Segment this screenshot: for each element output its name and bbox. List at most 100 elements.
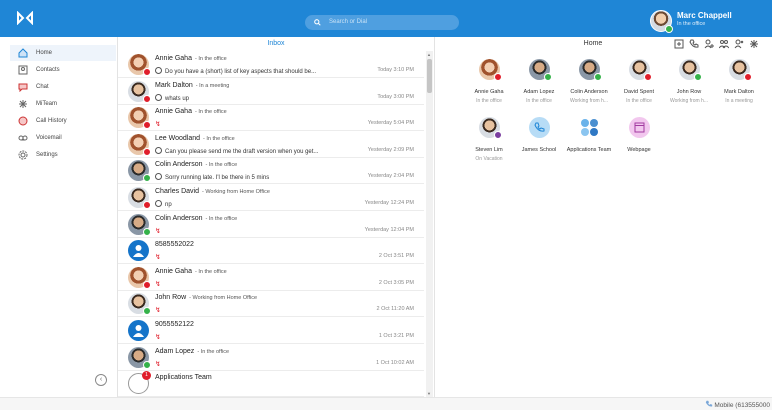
timestamp: Yesterday 12:24 PM	[364, 200, 414, 206]
contact-avatar[interactable]	[128, 187, 151, 209]
add-group-icon[interactable]	[719, 39, 729, 49]
tile-status: Working from h...	[670, 98, 708, 104]
sidebar-item-home[interactable]: Home	[10, 45, 116, 61]
tile-name: Steven Lim	[475, 147, 503, 153]
add-team-icon[interactable]	[734, 39, 744, 49]
chat-preview: Can you please send me the draft version…	[155, 146, 318, 155]
timestamp: 2 Oct 3:05 PM	[378, 279, 414, 286]
inbox-row[interactable]: Colin Anderson - In the office Sorry runni…	[118, 157, 424, 185]
contact-status: - In the office	[194, 268, 227, 275]
home-tile[interactable]: Webpage	[612, 117, 666, 156]
home-panel: Home Annie Gaha In the office Adam Lopez In…	[435, 37, 772, 397]
sidebar-item-label: Home	[36, 50, 53, 56]
chat-icon	[155, 200, 162, 207]
presence-red-icon	[743, 73, 752, 81]
contact-avatar[interactable]	[128, 107, 151, 130]
home-tile[interactable]: David Spent In the office	[612, 59, 666, 104]
unknown-caller-avatar[interactable]	[128, 240, 149, 262]
home-tile[interactable]: Mark Dalton In a meeting	[712, 59, 766, 104]
home-tile[interactable]: James School	[512, 117, 566, 156]
user-status[interactable]: In the office	[677, 21, 705, 27]
sidebar: Home Contacts Chat MiTeam Call History Voicem…	[0, 37, 118, 410]
presence-green-icon	[543, 73, 552, 81]
sidebar-item-miteam[interactable]: MiTeam	[10, 96, 116, 112]
presence-busy-icon	[143, 68, 151, 76]
inbox-row[interactable]: Adam Lopez - In the office ↯ 1 Oct 10:02 AM	[118, 344, 424, 371]
contact-name: Colin Anderson - In the office	[155, 214, 238, 222]
missed-call-icon: ↯	[155, 227, 161, 235]
chat-preview: Sorry running late. I'l be there in 5 mi…	[155, 173, 269, 181]
home-icon	[18, 48, 28, 58]
mobile-device[interactable]: Mobile (613555000	[705, 400, 770, 409]
tile-name: Adam Lopez	[523, 89, 555, 95]
user-name[interactable]: Marc Chappell	[677, 11, 732, 20]
tile-avatar	[478, 59, 502, 81]
user-avatar[interactable]	[650, 10, 673, 33]
sidebar-item-label: Chat	[36, 84, 49, 90]
contact-avatar[interactable]	[128, 54, 151, 76]
add-tile-icon[interactable]	[674, 39, 684, 49]
sidebar-item-chat[interactable]: Chat	[10, 79, 116, 95]
contact-avatar[interactable]	[128, 346, 151, 369]
tile-avatar	[578, 117, 600, 138]
unread-badge: 1	[142, 371, 151, 381]
home-tile[interactable]: Applications Team	[562, 117, 616, 156]
tile-avatar	[678, 59, 702, 81]
tile-status: Working from h...	[570, 98, 608, 104]
inbox-scrollbar[interactable]: ▲ ▼	[426, 51, 433, 397]
presence-available-icon	[143, 307, 151, 316]
contact-avatar[interactable]	[128, 213, 151, 236]
inbox-row[interactable]: Lee Woodland - In the office Can you pleas…	[118, 131, 424, 158]
home-tile[interactable]: John Row Working from h...	[662, 59, 716, 104]
sidebar-item-contacts[interactable]: Contacts	[10, 62, 116, 78]
team-avatar[interactable]: 1	[128, 371, 151, 395]
inbox-row[interactable]: 8585552022 ↯ 2 Oct 3:51 PM	[118, 237, 424, 265]
timestamp: Today 3:00 PM	[377, 93, 414, 100]
inbox-row[interactable]: Annie Gaha - In the office ↯ 2 Oct 3:05 PM	[118, 264, 424, 291]
inbox-row[interactable]: Charles David - Working from Home Office n…	[118, 184, 424, 211]
sidebar-item-settings[interactable]: Settings	[10, 147, 116, 163]
missed-call-indicator: ↯	[155, 280, 161, 288]
search-input[interactable]: Search or Dial	[305, 15, 459, 30]
contact-avatar[interactable]	[128, 80, 151, 103]
contact-status: - Working from Home Office	[189, 295, 258, 302]
contact-avatar[interactable]	[128, 266, 151, 289]
sidebar-item-voicemail[interactable]: Voicemail	[10, 130, 116, 146]
home-tile[interactable]: Adam Lopez In the office	[512, 59, 566, 104]
contact-name: Mark Dalton - In a meeting	[155, 81, 230, 89]
contact-status: - In the office	[205, 215, 238, 222]
contact-avatar[interactable]	[128, 160, 151, 183]
tile-status: In the office	[626, 98, 652, 104]
missed-call-indicator: ↯	[155, 227, 161, 235]
phone-icon[interactable]	[689, 39, 699, 49]
contact-avatar[interactable]	[128, 133, 151, 156]
inbox-row[interactable]: Annie Gaha - In the office ↯ Yesterday 5:04…	[118, 104, 424, 132]
add-contact-icon[interactable]	[704, 39, 714, 49]
contact-name: 8585552022	[155, 241, 194, 249]
home-tile[interactable]: Colin Anderson Working from h...	[562, 59, 616, 104]
miteam-icon[interactable]	[749, 39, 759, 49]
inbox-row[interactable]: Mark Dalton - In a meeting whats up Today 3…	[118, 78, 424, 105]
missed-call-icon: ↯	[155, 307, 161, 315]
unknown-caller-avatar[interactable]	[128, 320, 149, 341]
inbox-row[interactable]: John Row - Working from Home Office ↯ 2 Oct…	[118, 290, 424, 318]
collapse-sidebar-button[interactable]: ‹	[95, 374, 107, 386]
inbox-row[interactable]: 1 Applications Team	[118, 370, 424, 397]
sidebar-item-call-history[interactable]: Call History	[10, 113, 116, 129]
inbox-row[interactable]: Colin Anderson - In the office ↯ Yesterday …	[118, 211, 424, 238]
sidebar-item-label: Voicemail	[36, 135, 62, 141]
scroll-up-icon[interactable]: ▲	[427, 52, 431, 57]
inbox-row[interactable]: Annie Gaha - In the office Do you have a (…	[118, 51, 424, 78]
mobile-label: Mobile (613555000	[714, 402, 770, 409]
contact-status: - Working from Home Office	[201, 189, 270, 195]
tile-avatar	[578, 59, 602, 81]
contact-avatar[interactable]	[128, 293, 151, 316]
timestamp: 1 Oct 10:02 AM	[376, 359, 414, 366]
home-tile[interactable]: Annie Gaha In the office	[462, 59, 516, 104]
missed-call-icon: ↯	[155, 334, 161, 341]
home-tile[interactable]: Steven Lim On Vacation	[462, 117, 516, 162]
inbox-row[interactable]: 9055552122 ↯ 1 Oct 3:21 PM	[118, 317, 424, 344]
presence-available-icon	[665, 25, 673, 33]
scrollbar-thumb[interactable]	[427, 59, 432, 93]
scroll-down-icon[interactable]: ▼	[427, 391, 431, 396]
